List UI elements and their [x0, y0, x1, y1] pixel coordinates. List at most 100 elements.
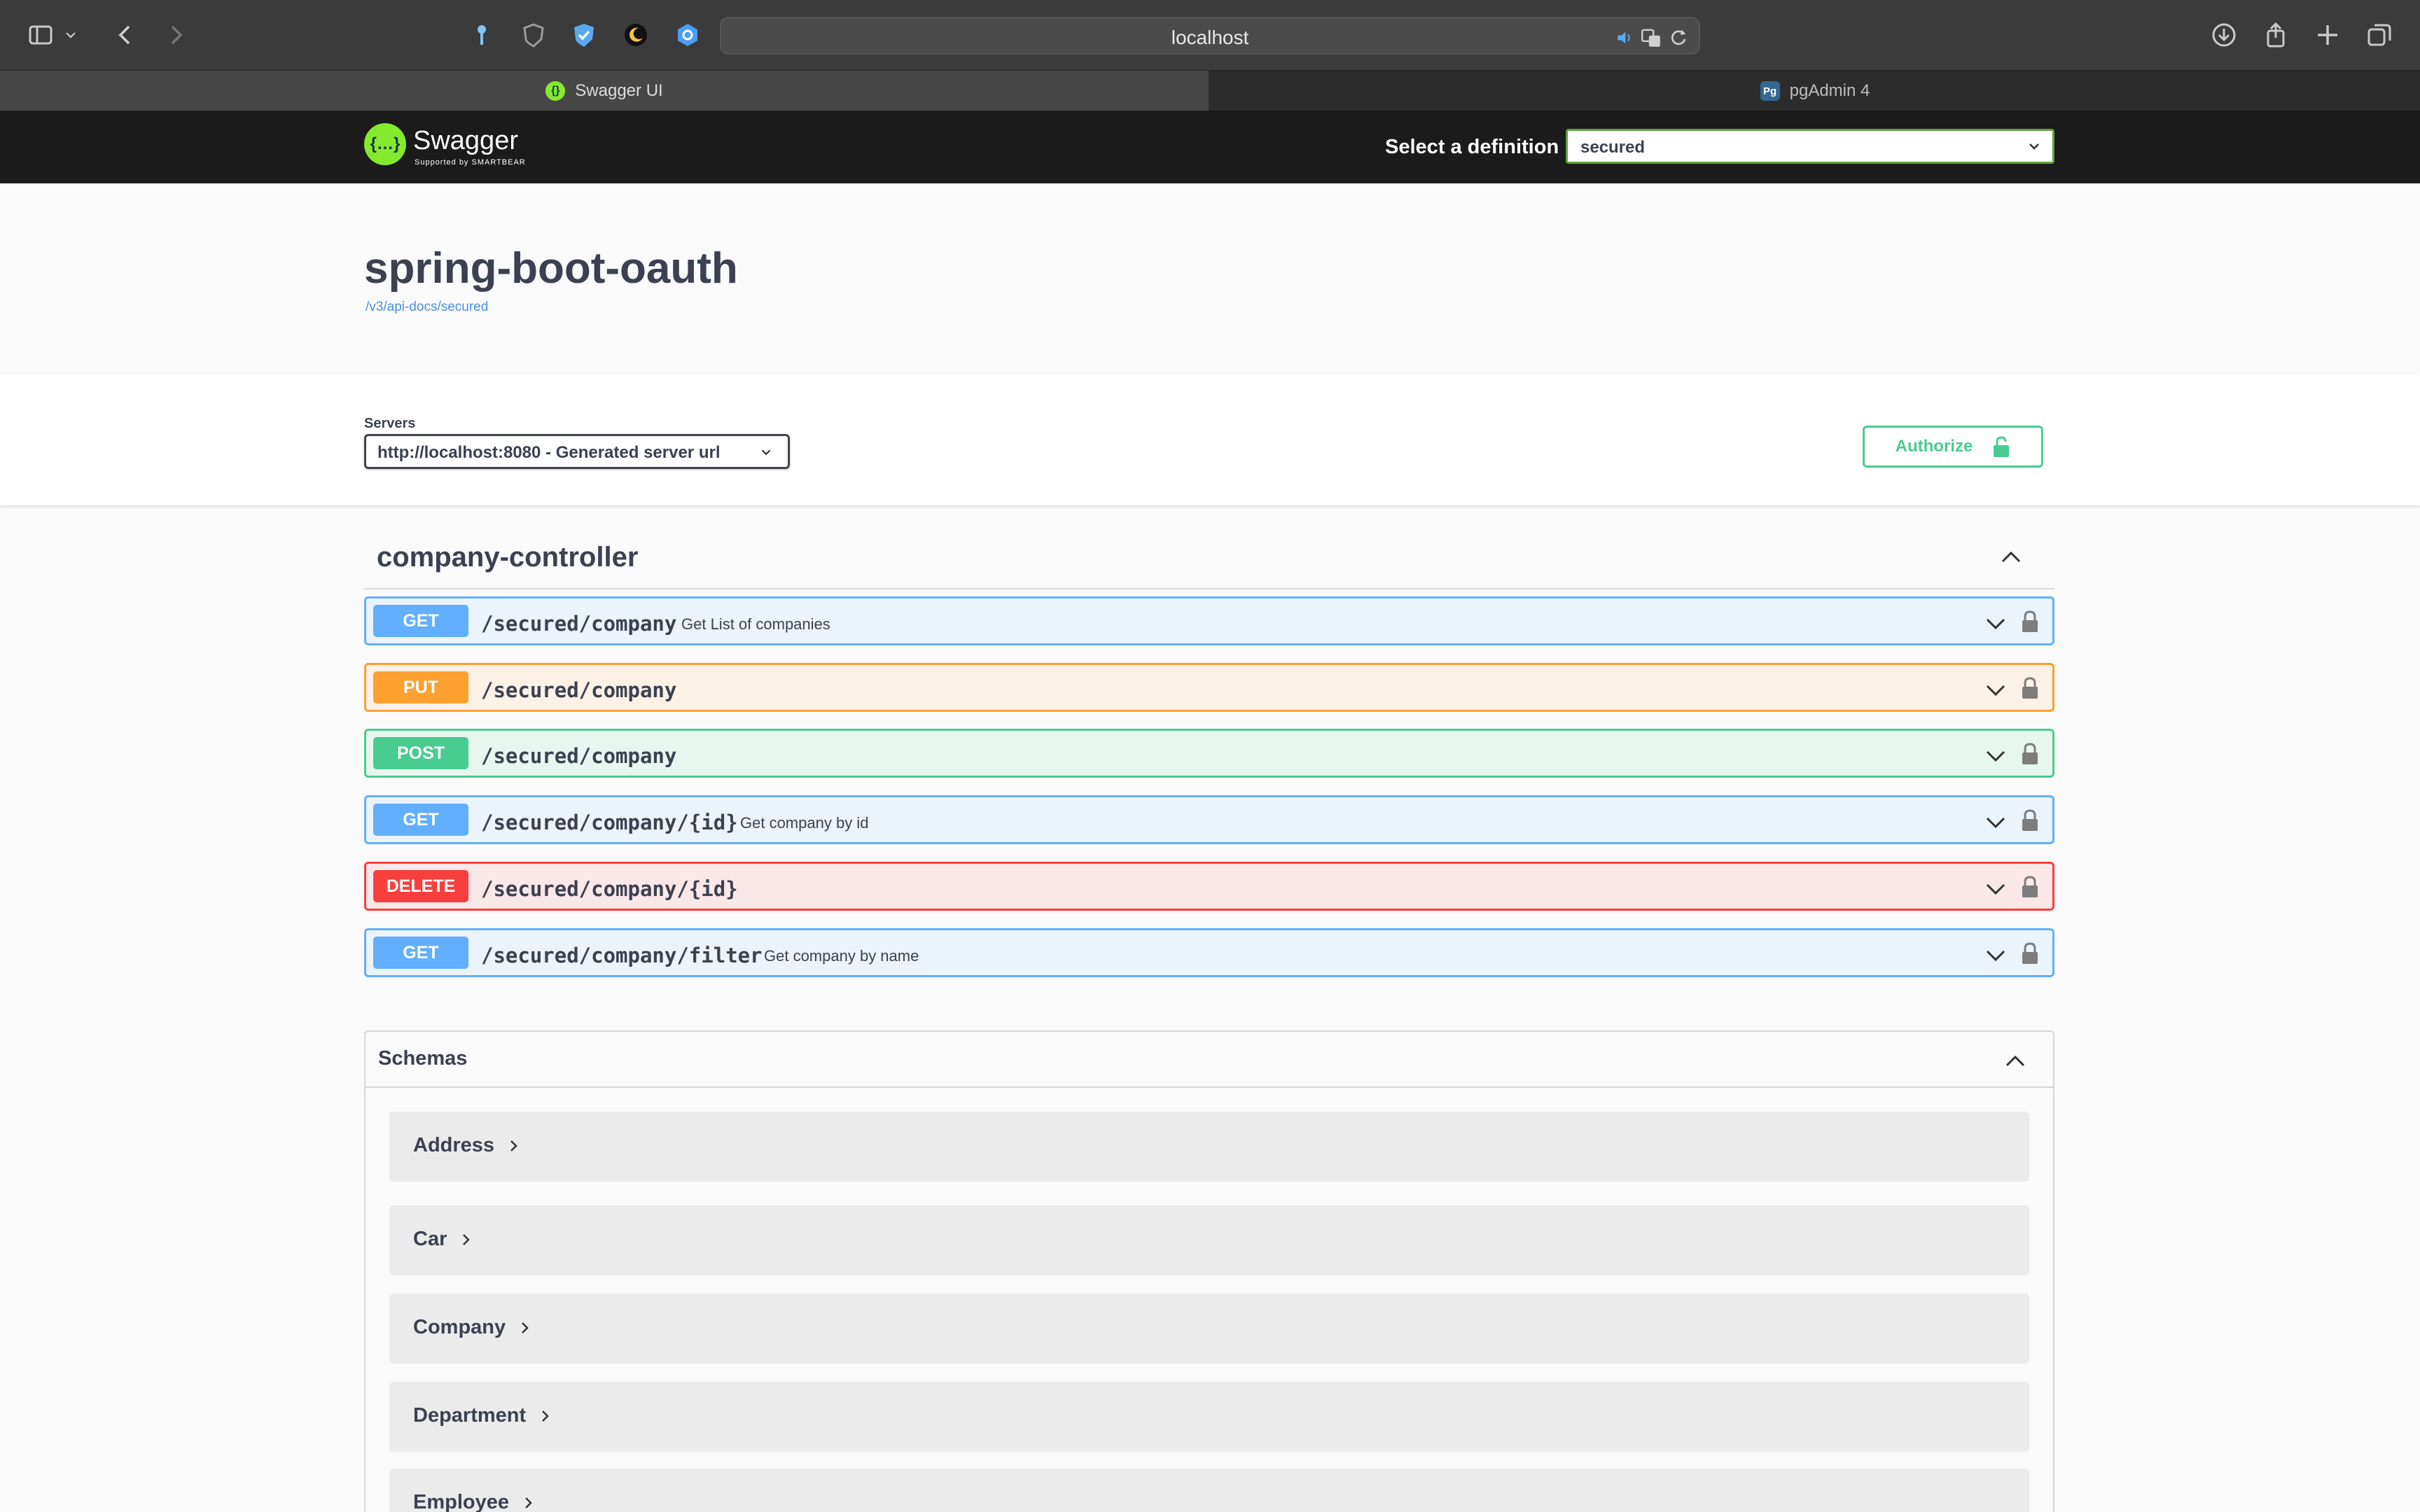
- chevron-down-icon: [761, 449, 771, 456]
- model-name: Company: [413, 1316, 506, 1338]
- lock-icon[interactable]: [2020, 941, 2040, 965]
- swagger-logo-icon[interactable]: {…}: [364, 123, 406, 165]
- key-extension-icon[interactable]: [462, 15, 501, 55]
- operation-get-company-list[interactable]: GET /secured/company Get List of compani…: [364, 596, 2054, 645]
- schemas-header[interactable]: Schemas: [366, 1032, 2053, 1088]
- schema-model-car[interactable]: Car: [389, 1205, 2029, 1275]
- method-badge: GET: [373, 605, 468, 637]
- divider: [364, 588, 2054, 589]
- lock-icon[interactable]: [2020, 875, 2040, 899]
- operation-path: /secured/company/{id}: [481, 877, 738, 901]
- chevron-down-icon[interactable]: [60, 15, 81, 55]
- method-badge: PUT: [373, 671, 468, 704]
- browser-toolbar: localhost: [0, 0, 2420, 70]
- address-bar[interactable]: localhost: [720, 17, 1700, 55]
- tab-bar: {} Swagger UI Pg pgAdmin 4: [0, 70, 2420, 111]
- operation-get-company-by-id[interactable]: GET /secured/company/{id} Get company by…: [364, 795, 2054, 844]
- lock-icon[interactable]: [2020, 808, 2040, 832]
- new-tab-icon[interactable]: [2308, 15, 2347, 55]
- chevron-down-icon[interactable]: [1984, 611, 2008, 635]
- shield-extension-icon[interactable]: [514, 15, 553, 55]
- chevron-down-icon[interactable]: [1984, 743, 2008, 767]
- operation-path: /secured/company/filter: [481, 944, 763, 967]
- servers-label: Servers: [364, 416, 416, 431]
- operation-put-company[interactable]: PUT /secured/company: [364, 663, 2054, 712]
- chevron-down-icon[interactable]: [1984, 678, 2008, 701]
- swagger-topbar: [0, 111, 2420, 183]
- schema-model-company[interactable]: Company: [389, 1294, 2029, 1364]
- forward-icon[interactable]: [155, 15, 195, 55]
- check-shield-extension-icon[interactable]: [564, 15, 604, 55]
- tab-pgadmin[interactable]: Pg pgAdmin 4: [1210, 71, 2420, 111]
- chevron-down-icon: [2029, 144, 2039, 150]
- reload-icon[interactable]: [1668, 27, 1689, 48]
- chevron-up-icon[interactable]: [2001, 1047, 2029, 1075]
- tab-label: pgAdmin 4: [1789, 81, 1870, 100]
- method-badge: GET: [373, 937, 468, 969]
- chevron-right-icon: [525, 1497, 532, 1509]
- url-text[interactable]: localhost: [721, 27, 1699, 49]
- unlocked-lock-icon: [1994, 436, 2010, 457]
- model-name-wrap: Department: [413, 1404, 552, 1427]
- chevron-right-icon: [542, 1410, 549, 1422]
- model-name-wrap: Employee: [413, 1491, 536, 1512]
- dark-mode-extension-icon[interactable]: [616, 15, 655, 55]
- tab-label: Swagger UI: [575, 81, 663, 100]
- swagger-favicon-icon: {}: [545, 81, 566, 101]
- downloads-icon[interactable]: [2204, 15, 2244, 55]
- authorize-button[interactable]: Authorize: [1863, 426, 2043, 468]
- swagger-logo-text[interactable]: Swagger: [413, 126, 518, 156]
- model-name: Department: [413, 1404, 527, 1427]
- lock-icon[interactable]: [2020, 676, 2040, 700]
- schema-model-department[interactable]: Department: [389, 1382, 2029, 1452]
- chevron-up-icon[interactable]: [1997, 543, 2025, 571]
- pgadmin-favicon-icon: Pg: [1760, 81, 1780, 101]
- back-icon[interactable]: [106, 15, 146, 55]
- chevron-right-icon: [522, 1322, 529, 1334]
- lock-icon[interactable]: [2020, 610, 2040, 634]
- method-badge: GET: [373, 804, 468, 836]
- lock-icon[interactable]: [2020, 742, 2040, 766]
- schemas-section: Schemas Address Car Company Department E…: [364, 1030, 2054, 1512]
- model-name: Car: [413, 1228, 447, 1250]
- page-title: spring-boot-oauth: [364, 244, 738, 293]
- model-name: Employee: [413, 1491, 509, 1512]
- operation-delete-company[interactable]: DELETE /secured/company/{id}: [364, 862, 2054, 911]
- servers-select[interactable]: http://localhost:8080 - Generated server…: [364, 434, 790, 469]
- authorize-label: Authorize: [1895, 437, 1973, 456]
- method-badge: POST: [373, 737, 468, 769]
- definition-value: secured: [1580, 138, 1646, 157]
- method-badge: DELETE: [373, 870, 468, 902]
- chevron-down-icon[interactable]: [1984, 810, 2008, 834]
- model-name-wrap: Car: [413, 1228, 473, 1251]
- model-name: Address: [413, 1134, 495, 1156]
- chevron-right-icon: [463, 1234, 471, 1246]
- sidebar-toggle-icon[interactable]: [21, 15, 60, 55]
- speaker-icon[interactable]: [1615, 28, 1634, 48]
- chevron-down-icon[interactable]: [1984, 943, 2008, 967]
- schema-model-address[interactable]: Address: [389, 1112, 2029, 1182]
- servers-value: http://localhost:8080 - Generated server…: [377, 443, 721, 462]
- tab-overview-icon[interactable]: [2360, 15, 2399, 55]
- operation-get-company-filter[interactable]: GET /secured/company/filter Get company …: [364, 928, 2054, 977]
- schemas-title: Schemas: [378, 1047, 468, 1070]
- model-name-wrap: Company: [413, 1316, 532, 1339]
- model-name-wrap: Address: [413, 1134, 521, 1157]
- hexagon-extension-icon[interactable]: [668, 15, 707, 55]
- tab-swagger-ui[interactable]: {} Swagger UI: [0, 71, 1209, 111]
- operation-summary: Get company by id: [740, 814, 869, 832]
- schema-model-employee[interactable]: Employee: [389, 1469, 2029, 1512]
- swagger-logo-subtitle: Supported by SMARTBEAR: [415, 158, 526, 167]
- spec-url-link[interactable]: /v3/api-docs/secured: [366, 300, 488, 315]
- tag-title[interactable]: company-controller: [377, 542, 638, 573]
- operation-summary: Get List of companies: [681, 615, 830, 633]
- operation-summary: Get company by name: [764, 947, 919, 965]
- operation-path: /secured/company: [481, 612, 677, 636]
- share-icon[interactable]: [2256, 15, 2295, 55]
- chevron-down-icon[interactable]: [1984, 876, 2008, 900]
- operation-path: /secured/company: [481, 678, 677, 702]
- definition-label: Select a definition: [1385, 136, 1559, 158]
- translate-icon[interactable]: [1640, 27, 1662, 49]
- operation-post-company[interactable]: POST /secured/company: [364, 729, 2054, 778]
- definition-select[interactable]: secured: [1566, 129, 2054, 164]
